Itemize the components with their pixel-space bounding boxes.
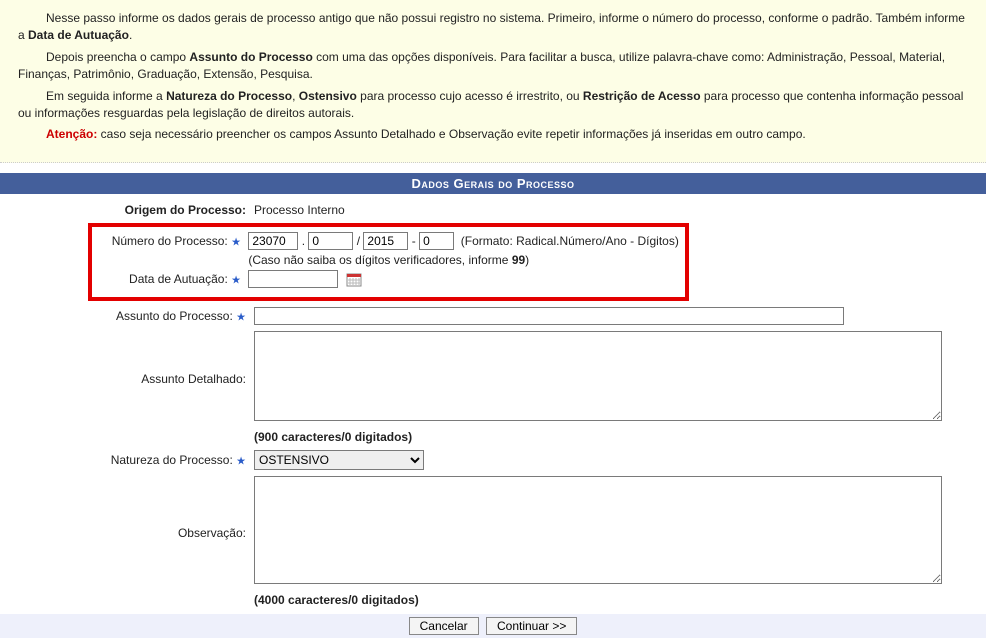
num-numero-input[interactable] [308, 232, 353, 250]
num-digitos-input[interactable] [419, 232, 454, 250]
label-assunto: Assunto do Processo: ★ [0, 304, 250, 328]
instr-line-1: Nesse passo informe os dados gerais de p… [18, 10, 968, 45]
text: Depois preencha o campo [46, 50, 189, 64]
label-observacao: Observação: [0, 473, 250, 590]
label-natureza: Natureza do Processo: ★ [0, 447, 250, 473]
required-star: ★ [236, 455, 246, 467]
button-bar: Cancelar Continuar >> [0, 614, 986, 638]
assunto-input[interactable] [254, 307, 844, 325]
label-assunto-det: Assunto Detalhado: [0, 328, 250, 427]
text: caso seja necessário preencher os campos… [97, 127, 805, 141]
observacao-textarea[interactable] [254, 476, 942, 584]
instructions-panel: Nesse passo informe os dados gerais de p… [0, 0, 986, 163]
hint-formato: (Formato: Radical.Número/Ano - Dígitos) [461, 234, 679, 248]
label-origem: Origem do Processo: [0, 200, 250, 220]
data-autuacao-input[interactable] [248, 270, 338, 288]
text: para processo cujo acesso é irrestrito, … [357, 89, 583, 103]
sep-dot: . [302, 234, 305, 248]
hint-digitos: (Caso não saiba os dígitos verificadores… [248, 253, 529, 267]
text-bold: Restrição de Acesso [583, 89, 701, 103]
text: . [129, 28, 132, 42]
required-star: ★ [231, 274, 241, 286]
value-origem: Processo Interno [250, 200, 986, 220]
required-star: ★ [236, 311, 246, 323]
instr-line-4: Atenção: caso seja necessário preencher … [18, 126, 968, 143]
text: , [292, 89, 299, 103]
num-radical-input[interactable] [248, 232, 298, 250]
assunto-detalhado-textarea[interactable] [254, 331, 942, 421]
highlighted-group: Número do Processo: ★ . / - (Formato: Ra… [88, 223, 689, 301]
text: Em seguida informe a [46, 89, 166, 103]
section-title: Dados Gerais do Processo [0, 173, 986, 194]
warning-label: Atenção: [46, 127, 97, 141]
assunto-det-counter: (900 caracteres/0 digitados) [250, 427, 986, 447]
instr-line-2: Depois preencha o campo Assunto do Proce… [18, 49, 968, 84]
num-ano-input[interactable] [363, 232, 408, 250]
sep-slash: / [357, 234, 360, 248]
form-panel: Origem do Processo: Processo Interno Núm… [0, 194, 986, 610]
text-bold: Data de Autuação [28, 28, 129, 42]
text: Nesse passo informe os dados gerais de p… [18, 11, 965, 42]
text-bold: Natureza do Processo [166, 89, 292, 103]
label-data-autuacao: Data de Autuação: ★ [98, 272, 245, 286]
label-numero: Número do Processo: ★ [98, 234, 245, 248]
continuar-button[interactable]: Continuar >> [486, 617, 577, 635]
required-star: ★ [231, 236, 241, 248]
text-bold: Ostensivo [299, 89, 357, 103]
calendar-icon[interactable] [346, 272, 362, 288]
instr-line-3: Em seguida informe a Natureza do Process… [18, 88, 968, 123]
natureza-select[interactable]: OSTENSIVO [254, 450, 424, 470]
text-bold: Assunto do Processo [189, 50, 312, 64]
observacao-counter: (4000 caracteres/0 digitados) [250, 590, 986, 610]
sep-dash: - [412, 234, 416, 248]
cancelar-button[interactable]: Cancelar [409, 617, 479, 635]
